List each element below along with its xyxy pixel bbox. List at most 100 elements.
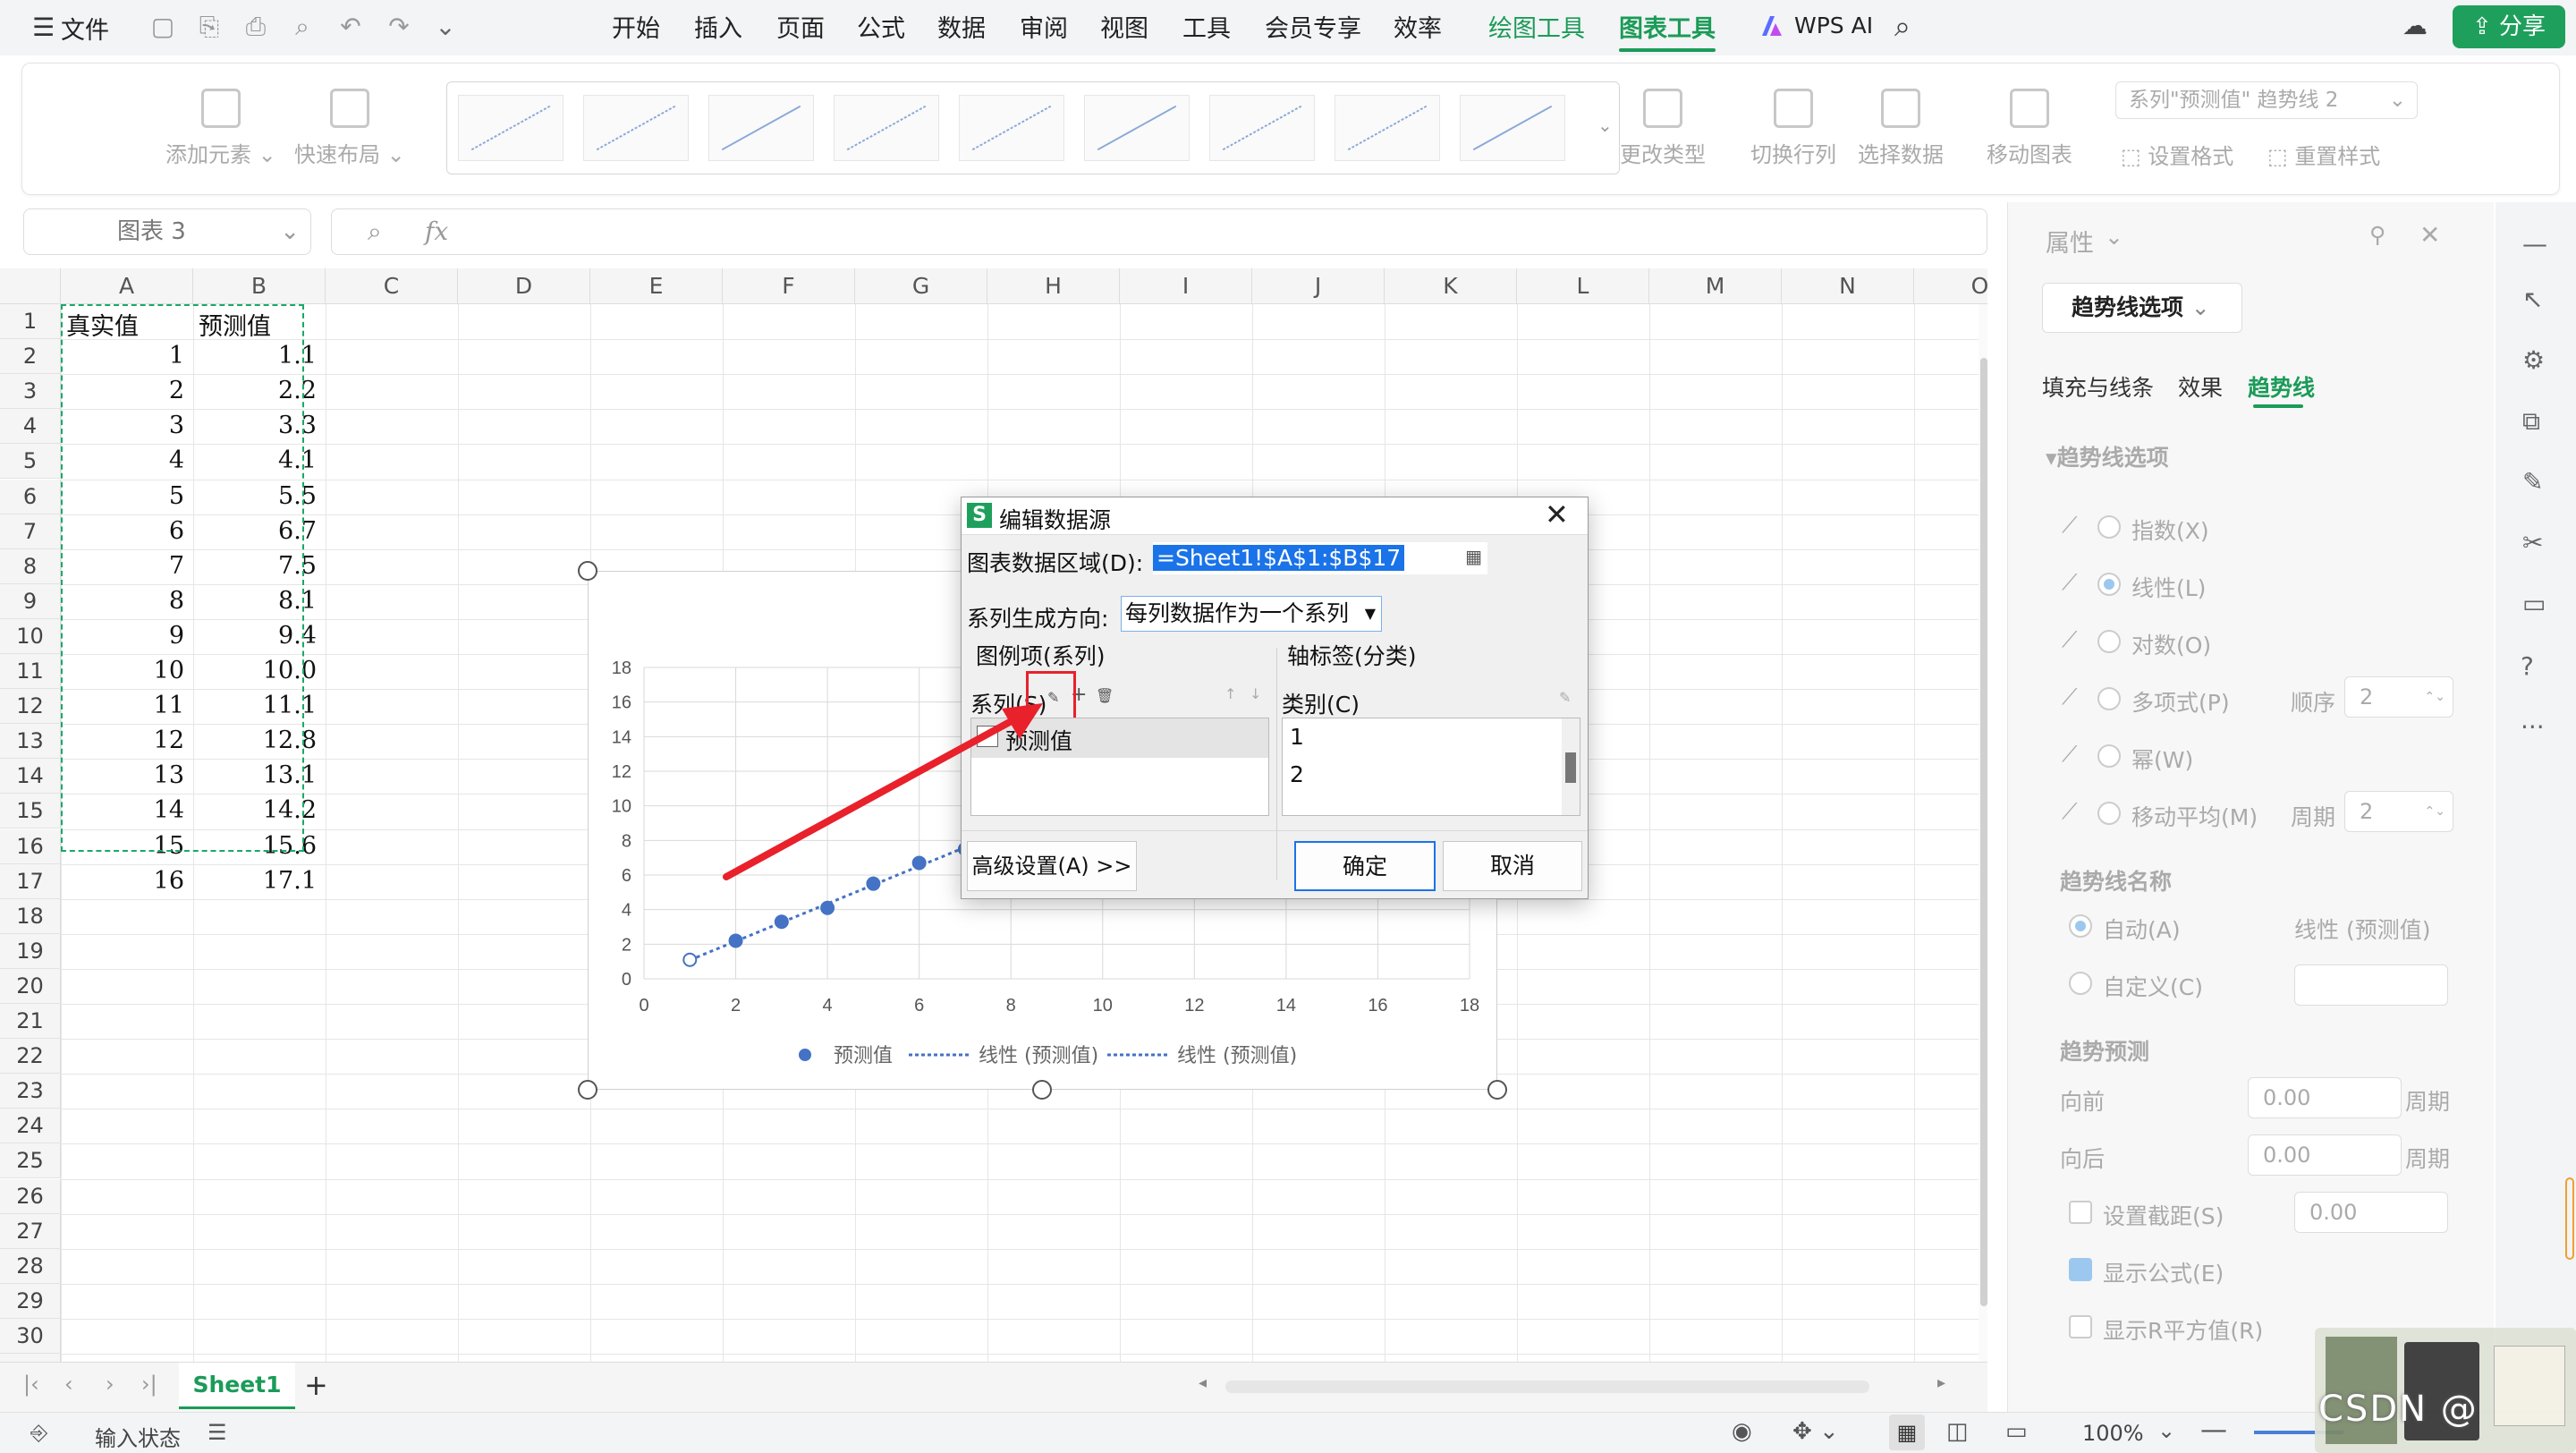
cell[interactable]: 16 [61,867,184,895]
radio-logarithmic[interactable] [2097,630,2121,653]
row-header[interactable]: 13 [0,724,61,760]
tools-icon[interactable]: ✂ [2522,528,2543,557]
section-trendline-options[interactable]: ▾趋势线选项 [2046,440,2169,472]
vertical-scrollbar[interactable] [1979,304,1987,1362]
radio-auto-name[interactable] [2069,914,2092,938]
row-header[interactable]: 21 [0,1004,61,1040]
chart-style-thumb[interactable] [834,95,939,161]
next-sheet-icon[interactable]: › [106,1372,114,1397]
tab-trendline[interactable]: 趋势线 [2248,370,2315,403]
row-header[interactable]: 6 [0,479,61,514]
export-icon[interactable]: ⎘ [195,13,224,41]
range-picker-icon[interactable]: ▦ [1465,546,1482,567]
tab-view[interactable]: 视图 [1100,9,1148,44]
radio-custom-name[interactable] [2069,972,2092,995]
direction-select[interactable]: 每列数据作为一个系列 ▼ [1121,596,1382,632]
tab-data[interactable]: 数据 [937,9,986,44]
column-header[interactable]: D [458,268,590,304]
switch-rowcol-button[interactable]: 切换行列 [1750,89,1836,168]
help-icon[interactable]: ? [2521,651,2534,681]
column-header[interactable]: L [1517,268,1649,304]
chart-style-thumb[interactable] [1209,95,1315,161]
row-header[interactable]: 24 [0,1109,61,1144]
shape-edit-icon[interactable]: ✎ [2522,467,2543,497]
row-header[interactable]: 29 [0,1283,61,1319]
share-button[interactable]: ⇪ 分享 [2453,5,2565,48]
change-type-button[interactable]: 更改类型 [1620,89,1706,168]
hamburger-icon[interactable]: ☰ [32,13,55,42]
name-box[interactable]: 图表 3 ⌄ [23,208,311,255]
chart-style-thumb[interactable] [583,95,689,161]
save-icon[interactable]: ▢ [148,13,177,41]
column-header[interactable]: H [987,268,1120,304]
tab-fill-line[interactable]: 填充与线条 [2042,370,2154,403]
resize-handle[interactable] [578,1080,597,1100]
column-header[interactable]: K [1385,268,1517,304]
scroll-left-icon[interactable]: ◂ [1199,1373,1207,1392]
cancel-button[interactable]: 取消 [1443,841,1582,891]
column-header[interactable]: E [590,268,723,304]
pin-icon[interactable]: ⚲ [2369,222,2385,248]
row-header[interactable]: 15 [0,794,61,829]
select-data-button[interactable]: 选择数据 [1858,89,1944,168]
order-stepper[interactable]: 2 ⌃⌄ [2344,676,2453,718]
horizontal-scrollbar[interactable] [1225,1381,1869,1393]
row-header[interactable]: 14 [0,759,61,794]
file-menu[interactable]: 文件 [61,11,109,46]
row-header[interactable]: 7 [0,514,61,549]
prev-sheet-icon[interactable]: ‹ [64,1372,73,1397]
show-r2-checkbox[interactable] [2069,1315,2092,1338]
category-scroll-thumb[interactable] [1565,752,1576,783]
column-header[interactable]: J [1252,268,1385,304]
macro-icon[interactable]: ⎆ [30,1420,47,1445]
backward-input[interactable]: 0.00 [2248,1134,2402,1176]
chevron-down-icon[interactable]: ⌄ [2105,224,2123,250]
column-header[interactable]: C [326,268,458,304]
crop-icon[interactable]: ⧉ [2522,406,2540,437]
close-icon[interactable]: ✕ [2419,220,2440,250]
move-chart-button[interactable]: 移动图表 [1987,89,2072,168]
set-format-button[interactable]: ⬚ 设置格式 [2121,139,2233,170]
cell[interactable]: 17.1 [193,867,317,895]
row-header[interactable]: 12 [0,689,61,725]
print-icon[interactable]: ⎙ [242,13,270,41]
tab-effects[interactable]: 效果 [2178,370,2223,403]
category-scrollbar[interactable] [1562,718,1580,815]
chart-style-thumb[interactable] [458,95,564,161]
wps-ai-button[interactable]: WPS AI [1794,13,1873,38]
column-header[interactable]: G [855,268,987,304]
zoom-out-icon[interactable]: — [2200,1415,2227,1446]
chart-style-thumb[interactable] [1335,95,1440,161]
chart-style-thumb[interactable] [959,95,1064,161]
row-header[interactable]: 30 [0,1318,61,1354]
resize-handle[interactable] [578,561,597,581]
select-pointer-icon[interactable]: ↖ [2522,285,2543,314]
category-list-item[interactable]: 2 [1290,761,1304,787]
radio-polynomial[interactable] [2097,687,2121,710]
row-header[interactable]: 27 [0,1213,61,1249]
forward-input[interactable]: 0.00 [2248,1077,2402,1118]
eye-protect-icon[interactable]: ◉ [1732,1418,1752,1445]
close-icon[interactable]: ✕ [1545,497,1569,531]
tab-formula[interactable]: 公式 [857,9,905,44]
tab-drawing-tools[interactable]: 绘图工具 [1488,9,1585,44]
radio-linear[interactable] [2097,573,2121,596]
custom-name-input[interactable] [2294,964,2448,1006]
column-header[interactable]: N [1782,268,1914,304]
formula-bar[interactable]: ⌕ fx [331,208,1987,255]
row-header[interactable]: 16 [0,828,61,864]
tab-review[interactable]: 审阅 [1020,9,1068,44]
more-chevron-icon[interactable]: ⌄ [431,13,460,41]
tab-efficiency[interactable]: 效率 [1394,9,1442,44]
column-header[interactable]: M [1649,268,1782,304]
row-header[interactable]: 8 [0,548,61,584]
tab-member[interactable]: 会员专享 [1265,9,1361,44]
row-header[interactable]: 1 [0,304,61,340]
gallery-expand-icon[interactable]: ⌄ [1597,115,1613,136]
row-header[interactable]: 5 [0,444,61,480]
ok-button[interactable]: 确定 [1294,841,1436,891]
row-header[interactable]: 25 [0,1143,61,1179]
category-list[interactable]: 1 2 [1282,718,1580,816]
row-header[interactable]: 10 [0,618,61,654]
row-header[interactable]: 4 [0,409,61,445]
